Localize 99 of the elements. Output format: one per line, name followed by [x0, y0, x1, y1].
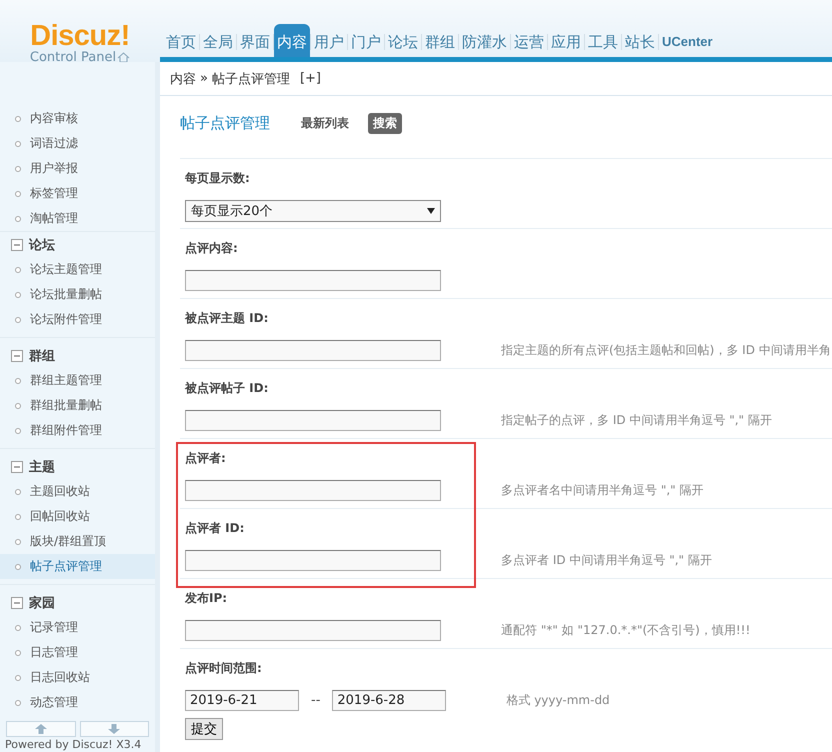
bullet-icon	[15, 216, 21, 222]
bullet-icon	[15, 564, 21, 570]
field-hint: 指定主题的所有点评(包括主题帖和回帖)，多 ID 中间请用半角	[501, 342, 831, 359]
field-hint: 格式 yyyy-mm-dd	[506, 692, 610, 709]
sidebar-item[interactable]: 记录管理	[0, 615, 155, 640]
sidebar-item[interactable]: 论坛批量删帖	[0, 282, 155, 307]
range-separator: --	[311, 693, 320, 708]
field-label: 每页显示数:	[185, 170, 251, 187]
field-label: 点评内容:	[185, 240, 239, 257]
breadcrumb-link[interactable]: 内容	[170, 70, 196, 88]
breadcrumb-separator: »	[200, 71, 208, 86]
sidebar-item[interactable]: 用户举报	[0, 156, 155, 181]
sidebar-item[interactable]: 论坛主题管理	[0, 257, 155, 282]
sidebar-group-title: 主题	[29, 458, 55, 476]
nav-tab[interactable]: 界面	[237, 24, 273, 57]
date-field[interactable]: 2019-6-21	[185, 690, 299, 711]
nav-tab[interactable]: 首页	[163, 24, 199, 57]
powered-by-text: Powered by Discuz! X3.4	[5, 738, 142, 751]
bullet-icon	[15, 292, 21, 298]
field-label: 点评者 ID:	[185, 520, 246, 537]
nav-tab[interactable]: 群组	[422, 24, 458, 57]
collapse-icon[interactable]	[11, 238, 23, 250]
collapse-icon[interactable]	[11, 596, 23, 608]
sidebar-item[interactable]: 论坛附件管理	[0, 307, 155, 332]
field-label: 点评时间范围:	[185, 660, 263, 677]
bullet-icon	[15, 428, 21, 434]
input-field[interactable]	[185, 480, 441, 501]
sub-tab[interactable]: 搜索	[368, 112, 402, 134]
field-label: 被点评帖子 ID:	[185, 380, 270, 397]
sidebar-item[interactable]: 回帖回收站	[0, 504, 155, 529]
sidebar-item[interactable]: 淘帖管理	[0, 206, 155, 231]
sidebar-item[interactable]: 群组附件管理	[0, 418, 155, 443]
arrow-up-icon	[34, 724, 47, 734]
sidebar-item[interactable]: 主题回收站	[0, 479, 155, 504]
bullet-icon	[15, 624, 21, 630]
bullet-icon	[15, 538, 21, 544]
sidebar-item[interactable]: 动态管理	[0, 690, 155, 715]
bullet-icon	[15, 514, 21, 520]
field-label: 点评者:	[185, 450, 227, 467]
bullet-icon	[15, 140, 21, 146]
bullet-icon	[15, 266, 21, 272]
nav-tab[interactable]: UCenter	[659, 24, 716, 57]
field-label: 发布IP:	[185, 590, 228, 607]
sidebar-item[interactable]: 标签管理	[0, 181, 155, 206]
collapse-icon[interactable]	[11, 350, 23, 362]
nav-tab[interactable]: 工具	[585, 24, 621, 57]
nav-tab[interactable]: 防灌水	[459, 24, 510, 57]
input-field[interactable]	[185, 550, 441, 571]
bullet-icon	[15, 166, 21, 172]
nav-tab[interactable]: 全局	[200, 24, 236, 57]
bullet-icon	[15, 378, 21, 384]
sidebar-item[interactable]: 版块/群组置顶	[0, 529, 155, 554]
submit-button[interactable]: 提交	[185, 718, 223, 740]
sidebar-item[interactable]: 群组主题管理	[0, 368, 155, 393]
sidebar-item[interactable]: 帖子点评管理	[0, 554, 155, 579]
nav-tab[interactable]: 论坛	[385, 24, 421, 57]
field-hint: 指定帖子的点评，多 ID 中间请用半角逗号 "," 隔开	[501, 412, 772, 429]
collapse-icon[interactable]	[11, 460, 23, 472]
caret-icon	[427, 208, 435, 214]
logo: Discuz!	[30, 22, 130, 50]
bullet-icon	[15, 190, 21, 196]
sidebar-group-title: 群组	[29, 348, 55, 364]
sidebar-group-title: 论坛	[29, 236, 55, 254]
sidebar-item[interactable]: 日志管理	[0, 640, 155, 665]
bullet-icon	[15, 402, 21, 408]
nav-tab[interactable]: 应用	[548, 24, 584, 57]
field-label: 被点评主题 ID:	[185, 310, 270, 327]
input-field[interactable]	[185, 620, 441, 641]
bullet-icon	[15, 650, 21, 656]
bullet-icon	[15, 116, 21, 122]
add-shortcut-link[interactable]: [+]	[300, 71, 322, 86]
sidebar-item[interactable]: 日志回收站	[0, 665, 155, 690]
input-field[interactable]	[185, 410, 441, 431]
field-hint: 多点评者名中间请用半角逗号 "," 隔开	[501, 482, 704, 499]
sub-tab[interactable]: 最新列表	[296, 112, 354, 134]
field-hint: 通配符 "*" 如 "127.0.*.*"(不含引号)，慎用!!!	[501, 622, 750, 639]
bullet-icon	[15, 674, 21, 680]
bullet-icon	[15, 488, 21, 494]
input-field[interactable]	[185, 270, 441, 291]
sidebar-group-title: 家园	[29, 594, 55, 612]
sidebar-item[interactable]: 群组批量删帖	[0, 393, 155, 418]
nav-tab[interactable]: 运营	[511, 24, 547, 57]
date-field[interactable]: 2019-6-28	[332, 690, 446, 711]
per-page-select[interactable]: 每页显示20个	[185, 200, 441, 222]
bullet-icon	[15, 700, 21, 706]
sidebar-item[interactable]: 词语过滤	[0, 131, 155, 156]
arrow-down-icon	[108, 724, 120, 734]
home-icon[interactable]	[117, 52, 130, 63]
nav-tab[interactable]: 站长	[622, 24, 658, 57]
nav-tab[interactable]: 用户	[311, 24, 347, 57]
field-hint: 多点评者 ID 中间请用半角逗号 "," 隔开	[501, 552, 712, 569]
sidebar-item[interactable]: 内容审核	[0, 106, 155, 131]
nav-tab[interactable]: 门户	[348, 24, 384, 57]
input-field[interactable]	[185, 340, 441, 361]
logo-subtitle: Control Panel	[30, 50, 130, 65]
breadcrumb-current: 帖子点评管理	[212, 70, 290, 88]
bullet-icon	[15, 316, 21, 322]
page-title: 帖子点评管理	[180, 114, 270, 132]
nav-tab[interactable]: 内容	[274, 24, 310, 57]
